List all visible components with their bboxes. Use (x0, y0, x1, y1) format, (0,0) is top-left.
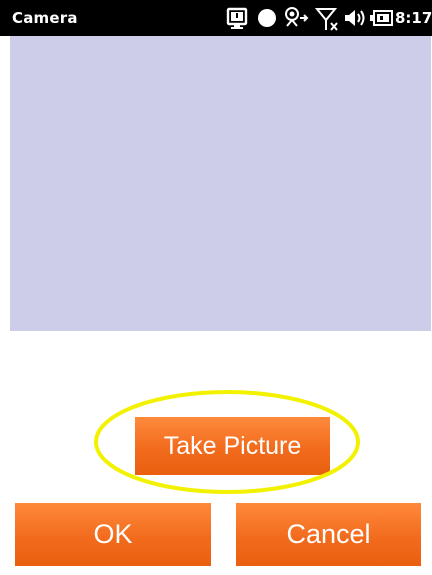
cancel-button[interactable]: Cancel (236, 503, 421, 566)
recording-dot-icon (258, 9, 276, 27)
connectivity-icon[interactable] (283, 6, 311, 30)
notification-icon[interactable] (225, 6, 249, 30)
volume-icon[interactable] (343, 7, 367, 29)
no-signal-icon[interactable] (315, 6, 341, 32)
camera-viewfinder[interactable] (10, 36, 431, 331)
ok-button[interactable]: OK (15, 503, 211, 566)
take-picture-button[interactable]: Take Picture (135, 417, 330, 475)
clock: 8:17 (395, 9, 432, 27)
status-icons (0, 0, 432, 36)
status-bar: Camera 8:17 (0, 0, 432, 36)
battery-icon[interactable] (370, 9, 394, 27)
